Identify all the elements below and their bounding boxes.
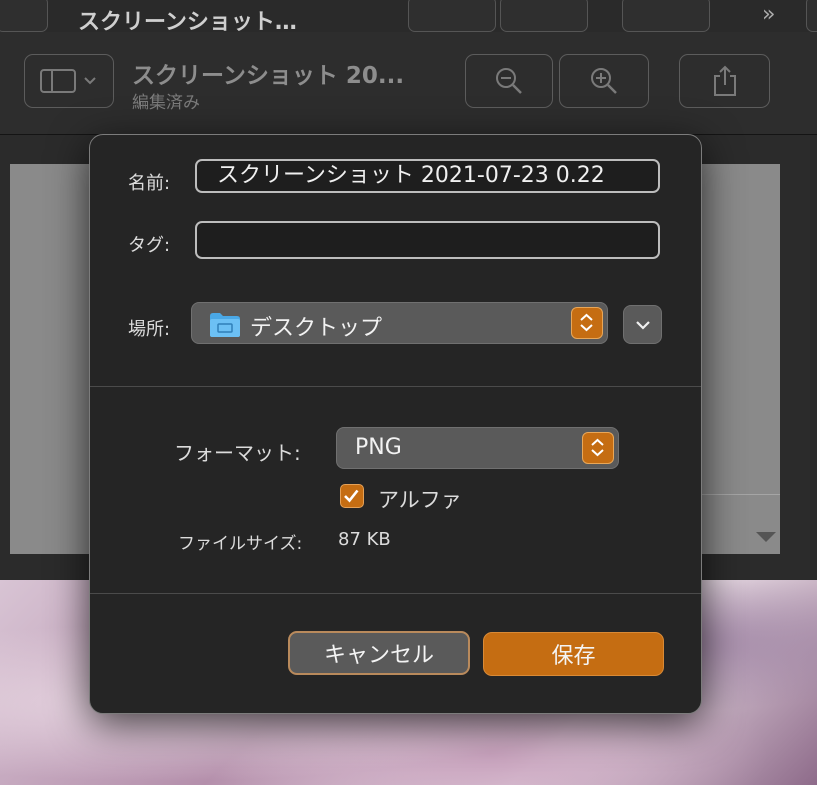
scroll-down-arrow-icon[interactable] (756, 532, 776, 542)
location-value: デスクトップ (250, 316, 383, 341)
format-popup[interactable]: PNG (336, 427, 619, 469)
filesize-label: ファイルサイズ: (178, 534, 303, 554)
folder-icon (210, 313, 240, 337)
document-title: スクリーンショット 20... (132, 63, 405, 89)
zoom-in-icon (591, 68, 617, 94)
zoom-out-ghost (408, 0, 496, 32)
zoom-in-ghost (500, 0, 588, 32)
share-icon (713, 65, 736, 96)
edge-button-ghost (806, 0, 817, 32)
format-stepper[interactable] (582, 432, 614, 464)
background-window-strip: スクリーンショット… » (0, 0, 817, 35)
zoom-out-button[interactable] (465, 54, 553, 108)
save-button[interactable]: 保存 (483, 632, 664, 676)
more-chevrons-icon: » (762, 2, 776, 27)
location-popup[interactable]: デスクトップ (191, 302, 608, 344)
tags-label: タグ: (128, 235, 171, 256)
expand-dialog-button[interactable] (623, 305, 662, 344)
zoom-in-button[interactable] (559, 54, 649, 108)
up-down-chevron-icon (591, 438, 604, 457)
alpha-checkbox[interactable] (340, 484, 364, 508)
filesize-value: 87 KB (338, 529, 391, 550)
alpha-label[interactable]: アルファ (378, 484, 462, 514)
up-down-chevron-icon (580, 313, 593, 332)
checkmark-icon (344, 489, 359, 503)
format-label: フォーマット: (174, 441, 301, 465)
share-ghost (622, 0, 710, 32)
save-dialog: 名前: スクリーンショット 2021-07-23 0.22 タグ: 場所: デス… (89, 134, 702, 714)
share-button[interactable] (679, 54, 770, 108)
format-value: PNG (355, 435, 402, 460)
canvas-divider (700, 494, 780, 495)
name-label: 名前: (128, 173, 171, 194)
cancel-button[interactable]: キャンセル (288, 631, 470, 675)
section-divider (90, 386, 701, 387)
sidebar-toggle-ghost (0, 0, 48, 32)
location-stepper[interactable] (571, 307, 603, 339)
zoom-out-icon (496, 68, 522, 94)
sidebar-icon (40, 69, 96, 93)
tags-field[interactable] (195, 221, 660, 259)
window-toolbar: スクリーンショット 20... 編集済み (0, 32, 817, 135)
chevron-down-icon (636, 321, 650, 330)
section-divider (90, 593, 701, 594)
document-status: 編集済み (132, 93, 200, 113)
name-field[interactable]: スクリーンショット 2021-07-23 0.22 (195, 159, 660, 193)
location-label: 場所: (128, 319, 171, 340)
sidebar-toggle-button[interactable] (24, 54, 114, 108)
